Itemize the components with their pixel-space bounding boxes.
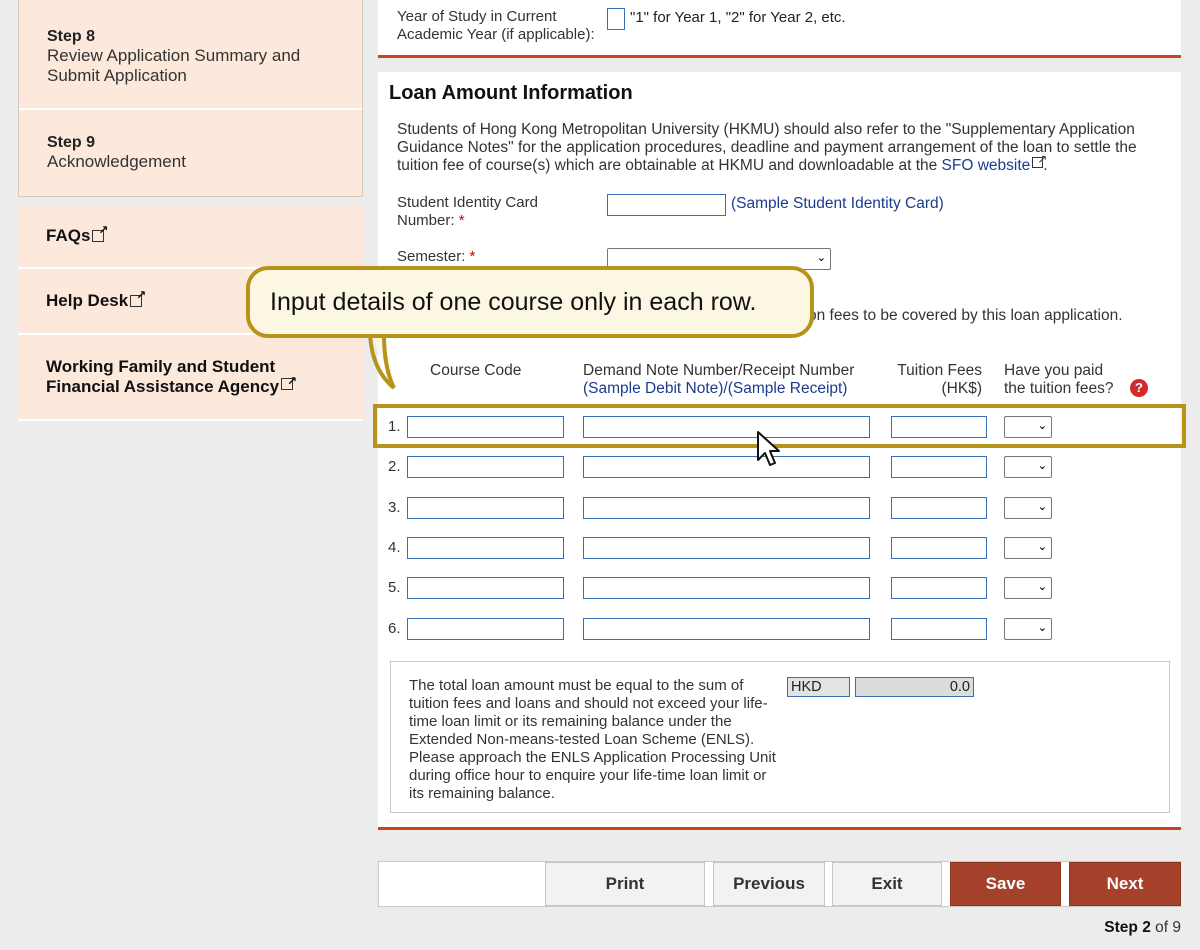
course-code-input[interactable] — [407, 577, 564, 599]
sfo-website-link[interactable]: SFO website — [942, 157, 1031, 174]
sample-receipt-link[interactable]: (Sample Receipt) — [728, 380, 848, 397]
tuition-fees-header: Tuition Fees (HK$) — [888, 362, 982, 398]
paid-select[interactable]: ⌄ — [1004, 497, 1052, 519]
total-loan-text: The total loan amount must be equal to t… — [409, 677, 776, 802]
action-bar: Print Previous Exit Save Next — [378, 861, 1181, 907]
row-number: 3. — [388, 499, 401, 516]
paid-select[interactable]: ⌄ — [1004, 456, 1052, 478]
faqs-label: FAQs — [46, 226, 91, 245]
tuition-fees-input[interactable] — [891, 456, 987, 478]
tuition-fees-input[interactable] — [891, 577, 987, 599]
step-indicator-prefix: Step — [1104, 919, 1138, 936]
callout-tail — [368, 332, 396, 390]
step-indicator: Step 2 of 9 — [1104, 919, 1181, 937]
steps-list: Step 8 Review Application Summary and Su… — [18, 0, 363, 197]
demand-note-input[interactable] — [583, 456, 870, 478]
row-number: 6. — [388, 620, 401, 637]
sample-links: (Sample Debit Note)/(Sample Receipt) — [583, 380, 883, 398]
tuition-fees-header-text: Tuition Fees — [897, 362, 982, 379]
paid-select[interactable]: ⌄ — [1004, 537, 1052, 559]
wfsfaa-text: Working Family and Student Financial Ass… — [46, 357, 306, 397]
paid-select[interactable]: ⌄ — [1004, 577, 1052, 599]
sample-student-id-link[interactable]: (Sample Student Identity Card) — [731, 195, 944, 213]
course-code-input[interactable] — [407, 618, 564, 640]
chevron-down-icon: ⌄ — [1037, 541, 1047, 553]
help-icon[interactable]: ? — [1130, 379, 1148, 397]
step-indicator-of: of — [1155, 919, 1169, 936]
help-desk-label: Help Desk — [46, 291, 129, 310]
exit-button[interactable]: Exit — [832, 862, 942, 906]
course-code-input[interactable] — [407, 497, 564, 519]
total-loan-box: The total loan amount must be equal to t… — [390, 661, 1170, 813]
row-number: 2. — [388, 458, 401, 475]
section-title: Loan Amount Information — [389, 82, 633, 104]
total-amount-field: 0.0 — [855, 677, 974, 697]
tuition-fees-input[interactable] — [891, 497, 987, 519]
required-marker: * — [458, 212, 465, 229]
mouse-cursor-icon — [757, 431, 780, 466]
demand-note-input[interactable] — [583, 577, 870, 599]
step-indicator-current: 2 — [1142, 919, 1151, 936]
demand-note-header-text: Demand Note Number/Receipt Number — [583, 362, 855, 379]
course-code-input[interactable] — [407, 456, 564, 478]
faqs-link[interactable]: FAQs — [18, 205, 363, 269]
demand-note-header: Demand Note Number/Receipt Number (Sampl… — [583, 362, 883, 398]
chevron-down-icon: ⌄ — [1037, 622, 1047, 634]
student-id-label: Student Identity Card Number: * — [397, 194, 577, 230]
year-of-study-section: Year of Study in Current Academic Year (… — [378, 0, 1181, 58]
student-id-label-text: Student Identity Card Number: — [397, 194, 538, 229]
row-number: 5. — [388, 579, 401, 596]
chevron-down-icon: ⌄ — [1037, 581, 1047, 593]
next-button[interactable]: Next — [1069, 862, 1181, 906]
previous-button[interactable]: Previous — [713, 862, 825, 906]
semester-label: Semester: * — [397, 248, 475, 266]
callout-text: Input details of one course only in each… — [270, 288, 757, 316]
external-link-icon — [130, 288, 146, 307]
external-link-icon — [281, 371, 297, 391]
save-button[interactable]: Save — [950, 862, 1061, 906]
student-id-input[interactable] — [607, 194, 726, 216]
sidebar-step-8[interactable]: Step 8 Review Application Summary and Su… — [19, 0, 362, 110]
step-description: Review Application Summary and Submit Ap… — [47, 46, 301, 85]
paid-header-line1: Have you paid — [1004, 362, 1104, 379]
year-of-study-label: Year of Study in Current Academic Year (… — [397, 8, 595, 43]
currency-unit: (HK$) — [941, 380, 982, 397]
currency-label: HKD — [787, 677, 850, 697]
step-indicator-total: 9 — [1172, 919, 1181, 936]
course-code-header: Course Code — [430, 362, 522, 379]
step-number: Step 8 — [47, 28, 96, 45]
semester-label-text: Semester: — [397, 248, 466, 265]
demand-note-input[interactable] — [583, 618, 870, 640]
external-link-icon — [92, 223, 108, 242]
required-marker: * — [469, 248, 476, 265]
covered-text: on fees to be covered by this loan appli… — [808, 307, 1123, 324]
main-panel: Year of Study in Current Academic Year (… — [378, 0, 1181, 830]
demand-note-input[interactable] — [583, 497, 870, 519]
step-number: Step 9 — [47, 134, 96, 151]
paid-header-line2: the tuition fees? — [1004, 380, 1114, 397]
tuition-fees-input[interactable] — [891, 618, 987, 640]
tuition-fees-input[interactable] — [891, 537, 987, 559]
external-link-icon — [1032, 150, 1047, 168]
intro-text: Students of Hong Kong Metropolitan Unive… — [397, 121, 1167, 175]
course-code-input[interactable] — [407, 537, 564, 559]
year-of-study-hint: "1" for Year 1, "2" for Year 2, etc. — [630, 9, 846, 26]
chevron-down-icon: ⌄ — [816, 252, 826, 264]
year-of-study-input[interactable] — [607, 8, 625, 30]
chevron-down-icon: ⌄ — [1037, 460, 1047, 472]
step-description: Acknowledgement — [47, 152, 186, 171]
row-number: 4. — [388, 539, 401, 556]
callout-bubble: Input details of one course only in each… — [246, 266, 814, 338]
demand-note-input[interactable] — [583, 537, 870, 559]
print-button[interactable]: Print — [545, 862, 705, 906]
chevron-down-icon: ⌄ — [1037, 501, 1047, 513]
sidebar-step-9[interactable]: Step 9 Acknowledgement — [19, 110, 362, 196]
sample-debit-note-link[interactable]: (Sample Debit Note) — [583, 380, 723, 397]
wfsfaa-label: Working Family and Student Financial Ass… — [46, 357, 280, 396]
paid-header: Have you paid the tuition fees? — [1004, 362, 1113, 398]
paid-select[interactable]: ⌄ — [1004, 618, 1052, 640]
